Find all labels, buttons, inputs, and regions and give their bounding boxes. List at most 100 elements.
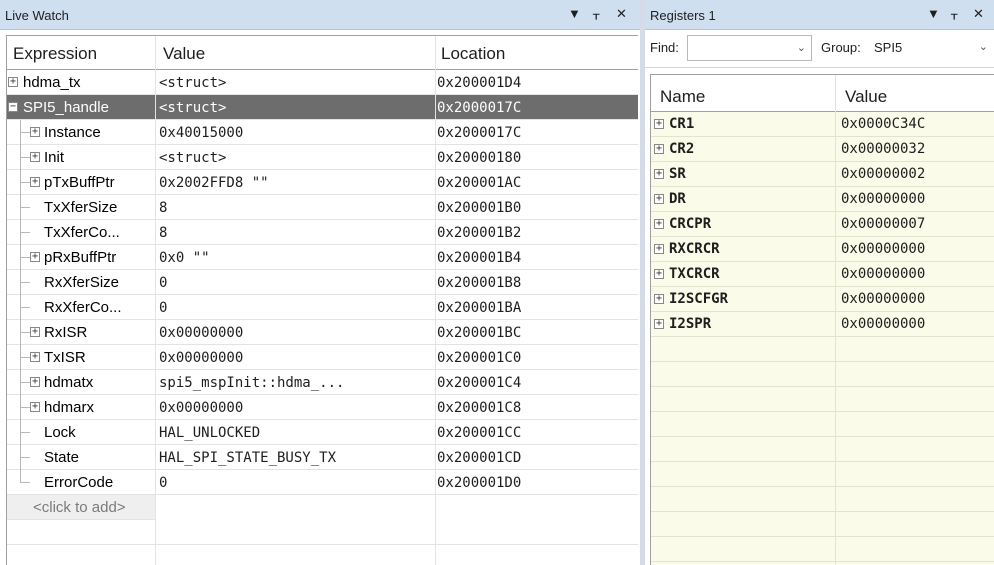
tree-line — [20, 282, 30, 283]
watch-row[interactable]: ErrorCode 0 0x200001D0 — [7, 470, 638, 495]
watch-expression: TxISR — [44, 349, 86, 366]
register-row[interactable]: + DR 0x00000000 — [651, 187, 994, 212]
register-row[interactable]: + SR 0x00000002 — [651, 162, 994, 187]
watch-value[interactable]: 0x0 "" — [159, 250, 210, 266]
expand-icon[interactable]: + — [30, 352, 40, 362]
watch-value[interactable]: 8 — [159, 200, 167, 216]
expand-icon[interactable]: + — [30, 177, 40, 187]
expand-icon[interactable]: + — [654, 194, 664, 204]
watch-value[interactable]: HAL_UNLOCKED — [159, 425, 260, 441]
expand-icon[interactable]: + — [654, 219, 664, 229]
watch-value[interactable]: 0x00000000 — [159, 350, 243, 366]
find-combobox[interactable]: ⌄ — [687, 35, 812, 61]
register-value[interactable]: 0x00000000 — [841, 316, 925, 332]
watch-row[interactable]: + hdma_tx <struct> 0x200001D4 — [7, 70, 638, 95]
watch-value[interactable]: 0 — [159, 475, 167, 491]
group-combobox[interactable]: SPI5 ⌄ — [871, 35, 994, 61]
watch-location: 0x200001BA — [437, 300, 522, 316]
watch-location: 0x200001C4 — [437, 375, 522, 391]
watch-row[interactable]: TxXferSize 8 0x200001B0 — [7, 195, 638, 220]
register-value[interactable]: 0x00000000 — [841, 266, 925, 282]
expand-icon[interactable]: + — [8, 77, 18, 87]
watch-value[interactable]: <struct> — [159, 75, 226, 91]
watch-expression: TxXferCo... — [44, 224, 120, 241]
watch-row[interactable]: RxXferCo... 0 0x200001BA — [7, 295, 638, 320]
watch-value[interactable]: <struct> — [159, 150, 226, 166]
pin-icon[interactable]: ᚁ — [593, 6, 599, 22]
watch-value[interactable]: <struct> — [159, 100, 226, 116]
watch-value[interactable]: 0x00000000 — [159, 400, 243, 416]
chevron-down-icon[interactable]: ⌄ — [797, 41, 806, 54]
chevron-down-icon[interactable]: ⌄ — [979, 40, 988, 53]
expand-icon[interactable]: + — [30, 152, 40, 162]
expand-icon[interactable]: + — [30, 327, 40, 337]
watch-value[interactable]: 0 — [159, 300, 167, 316]
empty-row — [651, 362, 994, 387]
watch-value[interactable]: spi5_mspInit::hdma_... — [159, 375, 344, 391]
empty-row — [651, 387, 994, 412]
expand-icon[interactable]: + — [30, 377, 40, 387]
watch-value[interactable]: HAL_SPI_STATE_BUSY_TX — [159, 450, 336, 466]
watch-location: 0x2000017C — [437, 100, 522, 116]
watch-row[interactable]: TxXferCo... 8 0x200001B2 — [7, 220, 638, 245]
window-menu-dropdown-icon[interactable]: ▼ — [927, 6, 940, 22]
expand-icon[interactable]: + — [30, 252, 40, 262]
column-header-value[interactable]: Value — [163, 44, 205, 64]
window-menu-dropdown-icon[interactable]: ▼ — [568, 6, 581, 22]
close-icon[interactable]: ✕ — [616, 6, 627, 22]
register-value[interactable]: 0x00000032 — [841, 141, 925, 157]
register-row[interactable]: + RXCRCR 0x00000000 — [651, 237, 994, 262]
expand-icon[interactable]: + — [654, 319, 664, 329]
column-header-name[interactable]: Name — [660, 87, 705, 107]
pin-icon[interactable]: ᚁ — [951, 6, 957, 22]
register-row[interactable]: + CRCPR 0x00000007 — [651, 212, 994, 237]
register-value[interactable]: 0x00000002 — [841, 166, 925, 182]
watch-row[interactable]: + hdmarx 0x00000000 0x200001C8 — [7, 395, 638, 420]
watch-row[interactable]: + Init <struct> 0x20000180 — [7, 145, 638, 170]
watch-row[interactable]: + pTxBuffPtr 0x2002FFD8 "" 0x200001AC — [7, 170, 638, 195]
register-row[interactable]: + I2SCFGR 0x00000000 — [651, 287, 994, 312]
expand-icon[interactable]: + — [30, 127, 40, 137]
live-watch-titlebar[interactable]: Live Watch ▼ ᚁ ✕ — [0, 0, 640, 30]
watch-row[interactable]: + RxISR 0x00000000 0x200001BC — [7, 320, 638, 345]
watch-value[interactable]: 8 — [159, 225, 167, 241]
register-value[interactable]: 0x00000007 — [841, 216, 925, 232]
expand-icon[interactable]: + — [654, 294, 664, 304]
watch-row[interactable]: + pRxBuffPtr 0x0 "" 0x200001B4 — [7, 245, 638, 270]
click-to-add-row[interactable]: <click to add> — [7, 495, 155, 520]
register-value[interactable]: 0x00000000 — [841, 241, 925, 257]
watch-row[interactable]: + TxISR 0x00000000 0x200001C0 — [7, 345, 638, 370]
register-row[interactable]: + CR2 0x00000032 — [651, 137, 994, 162]
collapse-icon[interactable]: − — [8, 102, 18, 112]
register-value[interactable]: 0x0000C34C — [841, 116, 925, 132]
expand-icon[interactable]: + — [654, 244, 664, 254]
watch-value[interactable]: 0x40015000 — [159, 125, 243, 141]
expand-icon[interactable]: + — [654, 144, 664, 154]
watch-value[interactable]: 0x2002FFD8 "" — [159, 175, 269, 191]
register-name: SR — [669, 166, 686, 182]
column-header-value[interactable]: Value — [845, 87, 887, 107]
register-row[interactable]: + I2SPR 0x00000000 — [651, 312, 994, 337]
watch-value[interactable]: 0 — [159, 275, 167, 291]
watch-row[interactable]: + hdmatx spi5_mspInit::hdma_... 0x200001C4 — [7, 370, 638, 395]
register-value[interactable]: 0x00000000 — [841, 291, 925, 307]
watch-row[interactable]: − SPI5_handle <struct> 0x2000017C — [7, 95, 638, 120]
live-watch-pane: Live Watch ▼ ᚁ ✕ Expression Value Locati… — [0, 0, 640, 565]
watch-row[interactable]: Lock HAL_UNLOCKED 0x200001CC — [7, 420, 638, 445]
expand-icon[interactable]: + — [654, 119, 664, 129]
registers-titlebar[interactable]: Registers 1 ▼ ᚁ ✕ — [645, 0, 994, 30]
watch-row[interactable]: State HAL_SPI_STATE_BUSY_TX 0x200001CD — [7, 445, 638, 470]
watch-row[interactable]: RxXferSize 0 0x200001B8 — [7, 270, 638, 295]
column-header-expression[interactable]: Expression — [13, 44, 97, 64]
register-value[interactable]: 0x00000000 — [841, 191, 925, 207]
expand-icon[interactable]: + — [654, 169, 664, 179]
expand-icon[interactable]: + — [30, 402, 40, 412]
expand-icon[interactable]: + — [654, 269, 664, 279]
close-icon[interactable]: ✕ — [973, 6, 984, 22]
watch-row[interactable]: + Instance 0x40015000 0x2000017C — [7, 120, 638, 145]
empty-row — [651, 487, 994, 512]
register-row[interactable]: + CR1 0x0000C34C — [651, 112, 994, 137]
column-header-location[interactable]: Location — [441, 44, 505, 64]
register-row[interactable]: + TXCRCR 0x00000000 — [651, 262, 994, 287]
watch-value[interactable]: 0x00000000 — [159, 325, 243, 341]
